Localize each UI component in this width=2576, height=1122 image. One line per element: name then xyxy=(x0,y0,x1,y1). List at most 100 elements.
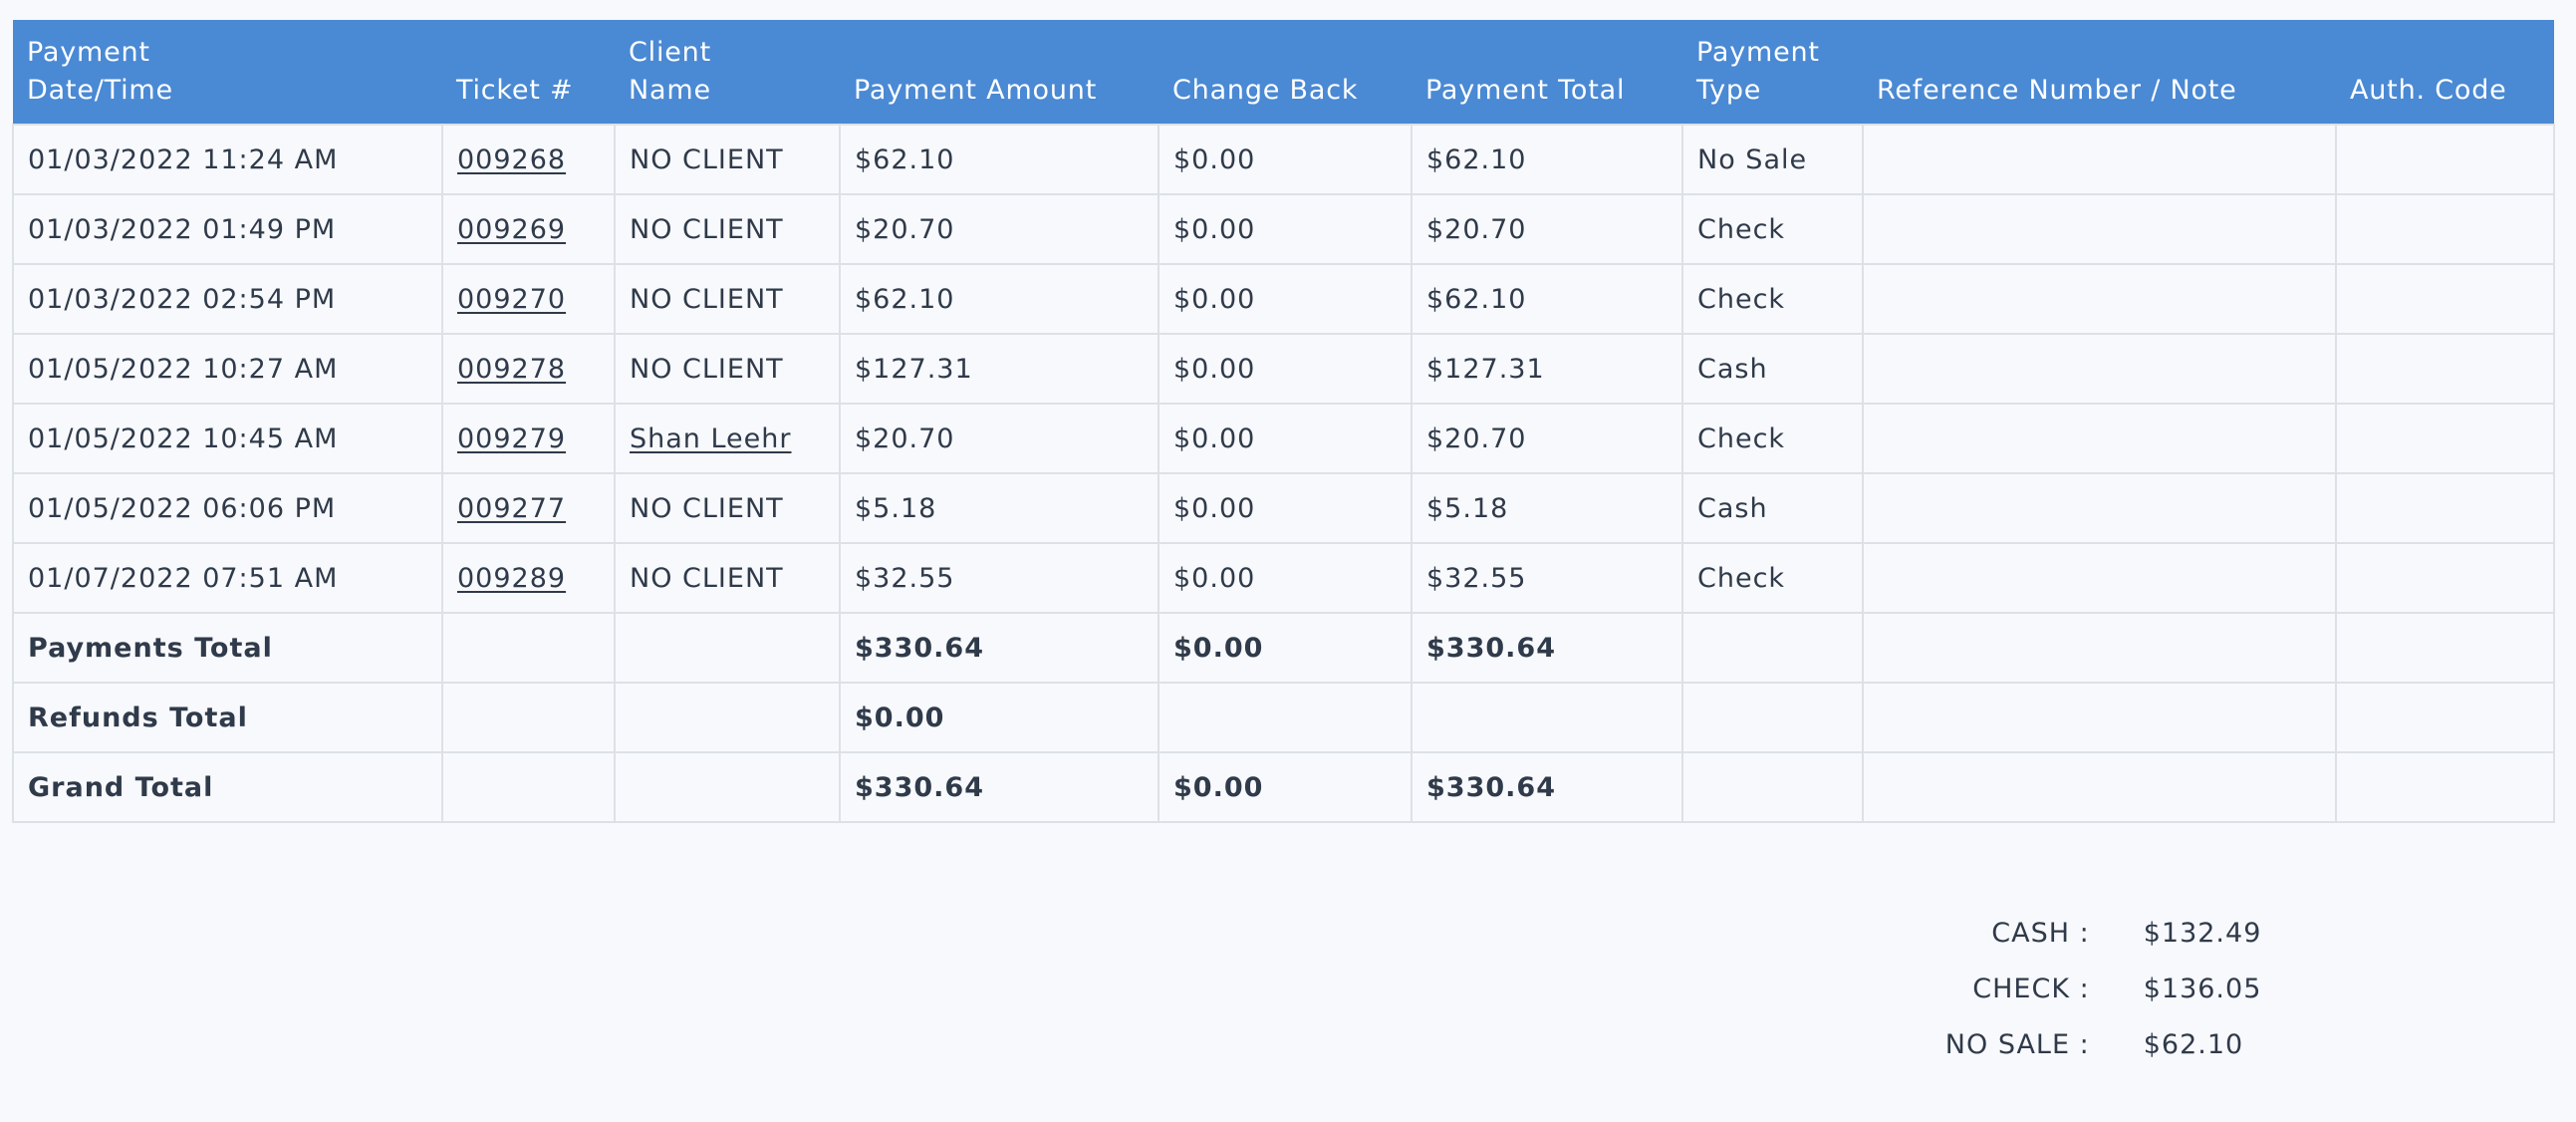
client-link[interactable]: Shan Leehr xyxy=(630,423,792,454)
table-row: 01/03/2022 01:49 PM 009269 NO CLIENT $20… xyxy=(12,193,2555,265)
totals-amount: $330.64 xyxy=(839,751,1159,823)
cell-client: NO CLIENT xyxy=(614,263,841,335)
cell-change: $0.00 xyxy=(1158,403,1413,474)
totals-label: Grand Total xyxy=(12,751,443,823)
payments-table-container: Payment Date/Time Ticket # Client Name Pay… xyxy=(12,20,2555,823)
cell-change: $0.00 xyxy=(1158,472,1413,544)
col-header-client-name: Client Name xyxy=(615,20,840,125)
totals-row-refunds: Refunds Total $0.00 xyxy=(12,682,2555,753)
ticket-link[interactable]: 009277 xyxy=(457,493,566,524)
totals-amount: $330.64 xyxy=(839,612,1159,684)
cell-datetime: 01/05/2022 10:27 AM xyxy=(12,333,443,405)
col-header-ticket: Ticket # xyxy=(442,20,615,125)
cell-client: NO CLIENT xyxy=(614,472,841,544)
cell-ref xyxy=(1862,333,2337,405)
totals-total: $330.64 xyxy=(1411,751,1683,823)
totals-label: Payments Total xyxy=(12,612,443,684)
totals-change: $0.00 xyxy=(1158,751,1413,823)
totals-label: Refunds Total xyxy=(12,682,443,753)
ticket-link[interactable]: 009268 xyxy=(457,144,566,175)
summary-row-no-sale: NO SALE : $62.10 xyxy=(1893,1016,2291,1072)
cell-ref xyxy=(1862,124,2337,195)
cell-change: $0.00 xyxy=(1158,124,1413,195)
cell-amount: $62.10 xyxy=(839,124,1159,195)
cell-amount: $127.31 xyxy=(839,333,1159,405)
ticket-link[interactable]: 009270 xyxy=(457,284,566,315)
cell-type: Check xyxy=(1681,403,1864,474)
ticket-link[interactable]: 009269 xyxy=(457,214,566,245)
cell-type: Cash xyxy=(1681,472,1864,544)
cell-client: NO CLIENT xyxy=(614,542,841,614)
cell-change: $0.00 xyxy=(1158,542,1413,614)
cell-amount: $32.55 xyxy=(839,542,1159,614)
table-row: 01/05/2022 06:06 PM 009277 NO CLIENT $5.… xyxy=(12,472,2555,544)
totals-total: $330.64 xyxy=(1411,612,1683,684)
table-row: 01/03/2022 11:24 AM 009268 NO CLIENT $62… xyxy=(12,124,2555,195)
cell-total: $127.31 xyxy=(1411,333,1683,405)
cell-type: No Sale xyxy=(1681,124,1864,195)
summary-label: CASH : xyxy=(1991,917,2090,949)
cell-total: $62.10 xyxy=(1411,263,1683,335)
cell-ref xyxy=(1862,403,2337,474)
totals-row-payments: Payments Total $330.64 $0.00 $330.64 xyxy=(12,612,2555,684)
cell-total: $62.10 xyxy=(1411,124,1683,195)
summary-value: $136.05 xyxy=(2143,973,2262,1004)
cell-ref xyxy=(1862,542,2337,614)
ticket-link[interactable]: 009279 xyxy=(457,423,566,454)
col-header-payment-type: Payment Type xyxy=(1682,20,1863,125)
col-header-payment-total: Payment Total xyxy=(1412,20,1682,125)
cell-auth xyxy=(2335,124,2555,195)
cell-datetime: 01/05/2022 10:45 AM xyxy=(12,403,443,474)
cell-client: NO CLIENT xyxy=(614,333,841,405)
cell-auth xyxy=(2335,472,2555,544)
table-header-row: Payment Date/Time Ticket # Client Name Pay… xyxy=(13,20,2554,125)
cell-total: $32.55 xyxy=(1411,542,1683,614)
cell-type: Check xyxy=(1681,542,1864,614)
ticket-link[interactable]: 009278 xyxy=(457,354,566,385)
cell-type: Check xyxy=(1681,263,1864,335)
cell-type: Check xyxy=(1681,193,1864,265)
payment-type-summary: CASH : $132.49 CHECK : $136.05 NO SALE :… xyxy=(1893,905,2291,1072)
cell-change: $0.00 xyxy=(1158,193,1413,265)
cell-total: $20.70 xyxy=(1411,403,1683,474)
cell-ref xyxy=(1862,472,2337,544)
cell-datetime: 01/03/2022 01:49 PM xyxy=(12,193,443,265)
totals-row-grand: Grand Total $330.64 $0.00 $330.64 xyxy=(12,751,2555,823)
cell-auth xyxy=(2335,542,2555,614)
summary-value: $62.10 xyxy=(2143,1028,2244,1060)
totals-change: $0.00 xyxy=(1158,612,1413,684)
col-header-change-back: Change Back xyxy=(1159,20,1412,125)
cell-datetime: 01/07/2022 07:51 AM xyxy=(12,542,443,614)
cell-auth xyxy=(2335,193,2555,265)
cell-total: $5.18 xyxy=(1411,472,1683,544)
cell-datetime: 01/05/2022 06:06 PM xyxy=(12,472,443,544)
col-header-payment-datetime: Payment Date/Time xyxy=(13,20,442,125)
table-row: 01/05/2022 10:27 AM 009278 NO CLIENT $12… xyxy=(12,333,2555,405)
col-header-reference-note: Reference Number / Note xyxy=(1863,20,2336,125)
cell-auth xyxy=(2335,403,2555,474)
cell-datetime: 01/03/2022 02:54 PM xyxy=(12,263,443,335)
col-header-payment-amount: Payment Amount xyxy=(840,20,1159,125)
summary-label: NO SALE : xyxy=(1944,1028,2090,1060)
totals-amount: $0.00 xyxy=(839,682,1159,753)
summary-row-cash: CASH : $132.49 xyxy=(1893,905,2291,961)
cell-total: $20.70 xyxy=(1411,193,1683,265)
cell-auth xyxy=(2335,263,2555,335)
cell-ref xyxy=(1862,193,2337,265)
summary-value: $132.49 xyxy=(2143,917,2262,949)
cell-amount: $62.10 xyxy=(839,263,1159,335)
cell-auth xyxy=(2335,333,2555,405)
table-row: 01/05/2022 10:45 AM 009279 Shan Leehr $2… xyxy=(12,403,2555,474)
cell-client: NO CLIENT xyxy=(614,124,841,195)
summary-row-check: CHECK : $136.05 xyxy=(1893,961,2291,1016)
cell-change: $0.00 xyxy=(1158,263,1413,335)
cell-change: $0.00 xyxy=(1158,333,1413,405)
totals-total xyxy=(1411,682,1683,753)
cell-client: NO CLIENT xyxy=(614,193,841,265)
cell-amount: $20.70 xyxy=(839,403,1159,474)
totals-change xyxy=(1158,682,1413,753)
cell-ref xyxy=(1862,263,2337,335)
ticket-link[interactable]: 009289 xyxy=(457,563,566,594)
payments-table: Payment Date/Time Ticket # Client Name Pay… xyxy=(12,20,2555,823)
cell-datetime: 01/03/2022 11:24 AM xyxy=(12,124,443,195)
